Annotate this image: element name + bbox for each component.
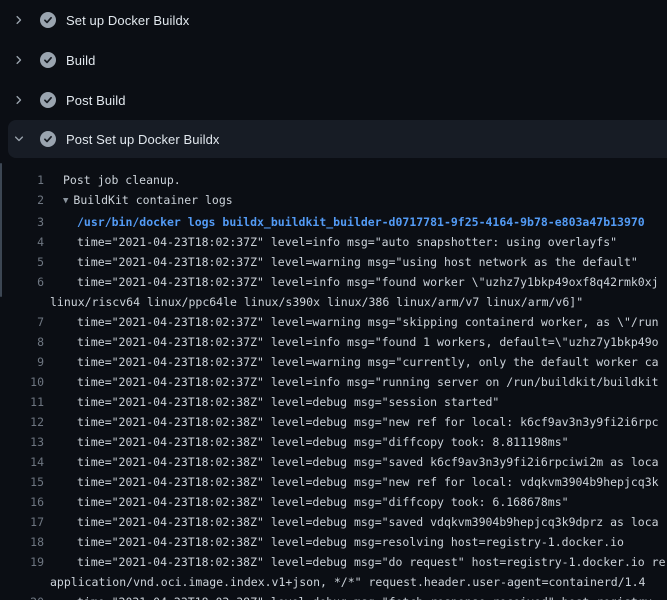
log-lines: 1 Post job cleanup. 2 ▼BuildKit container l… [0, 170, 667, 600]
log-line-text: time="2021-04-23T18:02:38Z" level=debug … [50, 592, 667, 600]
check-circle-icon [40, 12, 56, 28]
log-line: 1 Post job cleanup. [0, 170, 667, 190]
log-line-number[interactable]: 19 [0, 552, 44, 592]
log-line-number[interactable]: 8 [0, 332, 44, 352]
log-line-number[interactable]: 3 [0, 212, 44, 232]
log-line-number[interactable]: 6 [0, 272, 44, 312]
log-line-text: Post job cleanup. [50, 170, 667, 190]
step-label: Set up Docker Buildx [66, 13, 189, 28]
log-line-text: time="2021-04-23T18:02:38Z" level=debug … [50, 452, 667, 472]
log-line: 17 time="2021-04-23T18:02:38Z" level=debu… [0, 512, 667, 532]
log-line: 8 time="2021-04-23T18:02:37Z" level=info … [0, 332, 667, 352]
log-line: 4 time="2021-04-23T18:02:37Z" level=info … [0, 232, 667, 252]
step-build[interactable]: Build [0, 40, 667, 80]
log-line-number[interactable]: 16 [0, 492, 44, 512]
actions-log-viewer: Set up Docker Buildx Build Post Build Po… [0, 0, 667, 600]
log-line-text: /usr/bin/docker logs buildx_buildkit_bui… [50, 212, 667, 232]
log-line-text: time="2021-04-23T18:02:38Z" level=debug … [50, 432, 667, 452]
log-line-number[interactable]: 2 [0, 190, 44, 212]
chevron-down-icon[interactable] [12, 133, 25, 146]
step-set-up-docker-buildx[interactable]: Set up Docker Buildx [0, 0, 667, 40]
log-line: 18 time="2021-04-23T18:02:38Z" level=debu… [0, 532, 667, 552]
log-line-text: time="2021-04-23T18:02:38Z" level=debug … [50, 392, 667, 412]
log-line-wrap-text: application/vnd.oci.image.index.v1+json,… [50, 572, 667, 592]
log-line: 3/usr/bin/docker logs buildx_buildkit_bu… [0, 212, 667, 232]
log-line-number[interactable]: 11 [0, 392, 44, 412]
log-line: 14 time="2021-04-23T18:02:38Z" level=debu… [0, 452, 667, 472]
log-line-number[interactable]: 15 [0, 472, 44, 492]
collapse-triangle-icon[interactable]: ▼ [63, 191, 68, 211]
log-line-text: time="2021-04-23T18:02:37Z" level=info m… [50, 372, 667, 392]
step-post-build[interactable]: Post Build [0, 80, 667, 120]
log-line: 5 time="2021-04-23T18:02:37Z" level=warni… [0, 252, 667, 272]
log-line-number[interactable]: 12 [0, 412, 44, 432]
log-line-text: time="2021-04-23T18:02:38Z" level=debug … [50, 552, 667, 592]
log-line-number[interactable]: 7 [0, 312, 44, 332]
log-line-number[interactable]: 18 [0, 532, 44, 552]
log-line-text: time="2021-04-23T18:02:38Z" level=debug … [50, 492, 667, 512]
log-line-number[interactable]: 10 [0, 372, 44, 392]
log-line: 6time="2021-04-23T18:02:37Z" level=info … [0, 272, 667, 312]
log-line-wrap-text: linux/riscv64 linux/ppc64le linux/s390x … [50, 292, 667, 312]
log-line-text: time="2021-04-23T18:02:38Z" level=debug … [50, 532, 667, 552]
log-line-number[interactable]: 9 [0, 352, 44, 372]
log-line-text: time="2021-04-23T18:02:38Z" level=debug … [50, 472, 667, 492]
log-line-number[interactable]: 5 [0, 252, 44, 272]
step-label: Build [66, 53, 95, 68]
log-line-number[interactable]: 13 [0, 432, 44, 452]
log-line-number[interactable]: 17 [0, 512, 44, 532]
step-label: Post Build [66, 93, 126, 108]
log-line-number[interactable]: 4 [0, 232, 44, 252]
chevron-right-icon[interactable] [12, 14, 25, 27]
log-line-text: time="2021-04-23T18:02:38Z" level=debug … [50, 512, 667, 532]
step-label: Post Set up Docker Buildx [66, 132, 220, 147]
log-line: 10 time="2021-04-23T18:02:37Z" level=info… [0, 372, 667, 392]
log-line: 9 time="2021-04-23T18:02:37Z" level=warni… [0, 352, 667, 372]
log-line: 13 time="2021-04-23T18:02:38Z" level=debu… [0, 432, 667, 452]
log-line-number[interactable]: 20 [0, 592, 44, 600]
log-scrollbar-thumb[interactable] [0, 163, 2, 297]
log-line-text: time="2021-04-23T18:02:37Z" level=warnin… [50, 312, 667, 332]
log-line: 11 time="2021-04-23T18:02:38Z" level=debu… [0, 392, 667, 412]
log-line-text: ▼BuildKit container logs [50, 190, 667, 212]
log-line: 12 time="2021-04-23T18:02:38Z" level=debu… [0, 412, 667, 432]
check-circle-icon [40, 92, 56, 108]
log-line: 7 time="2021-04-23T18:02:37Z" level=warni… [0, 312, 667, 332]
log-line: 19time="2021-04-23T18:02:38Z" level=debu… [0, 552, 667, 592]
log-line-text: time="2021-04-23T18:02:37Z" level=info m… [50, 332, 667, 352]
log-line-text: time="2021-04-23T18:02:37Z" level=info m… [50, 272, 667, 312]
log-line-text: time="2021-04-23T18:02:37Z" level=info m… [50, 232, 667, 252]
step-post-set-up-docker-buildx[interactable]: Post Set up Docker Buildx [8, 120, 667, 158]
check-circle-icon [40, 52, 56, 68]
log-line-text: time="2021-04-23T18:02:37Z" level=warnin… [50, 252, 667, 272]
log-line-text: time="2021-04-23T18:02:37Z" level=warnin… [50, 352, 667, 372]
log-line-number[interactable]: 14 [0, 452, 44, 472]
log-line: 20 time="2021-04-23T18:02:38Z" level=debu… [0, 592, 667, 600]
log-line-number[interactable]: 1 [0, 170, 44, 190]
log-line: 16 time="2021-04-23T18:02:38Z" level=debu… [0, 492, 667, 512]
chevron-right-icon[interactable] [12, 54, 25, 67]
chevron-right-icon[interactable] [12, 94, 25, 107]
log-line-text: time="2021-04-23T18:02:38Z" level=debug … [50, 412, 667, 432]
log-line: 2 ▼BuildKit container logs [0, 190, 667, 212]
check-circle-icon [40, 131, 56, 147]
log-line: 15 time="2021-04-23T18:02:38Z" level=debu… [0, 472, 667, 492]
